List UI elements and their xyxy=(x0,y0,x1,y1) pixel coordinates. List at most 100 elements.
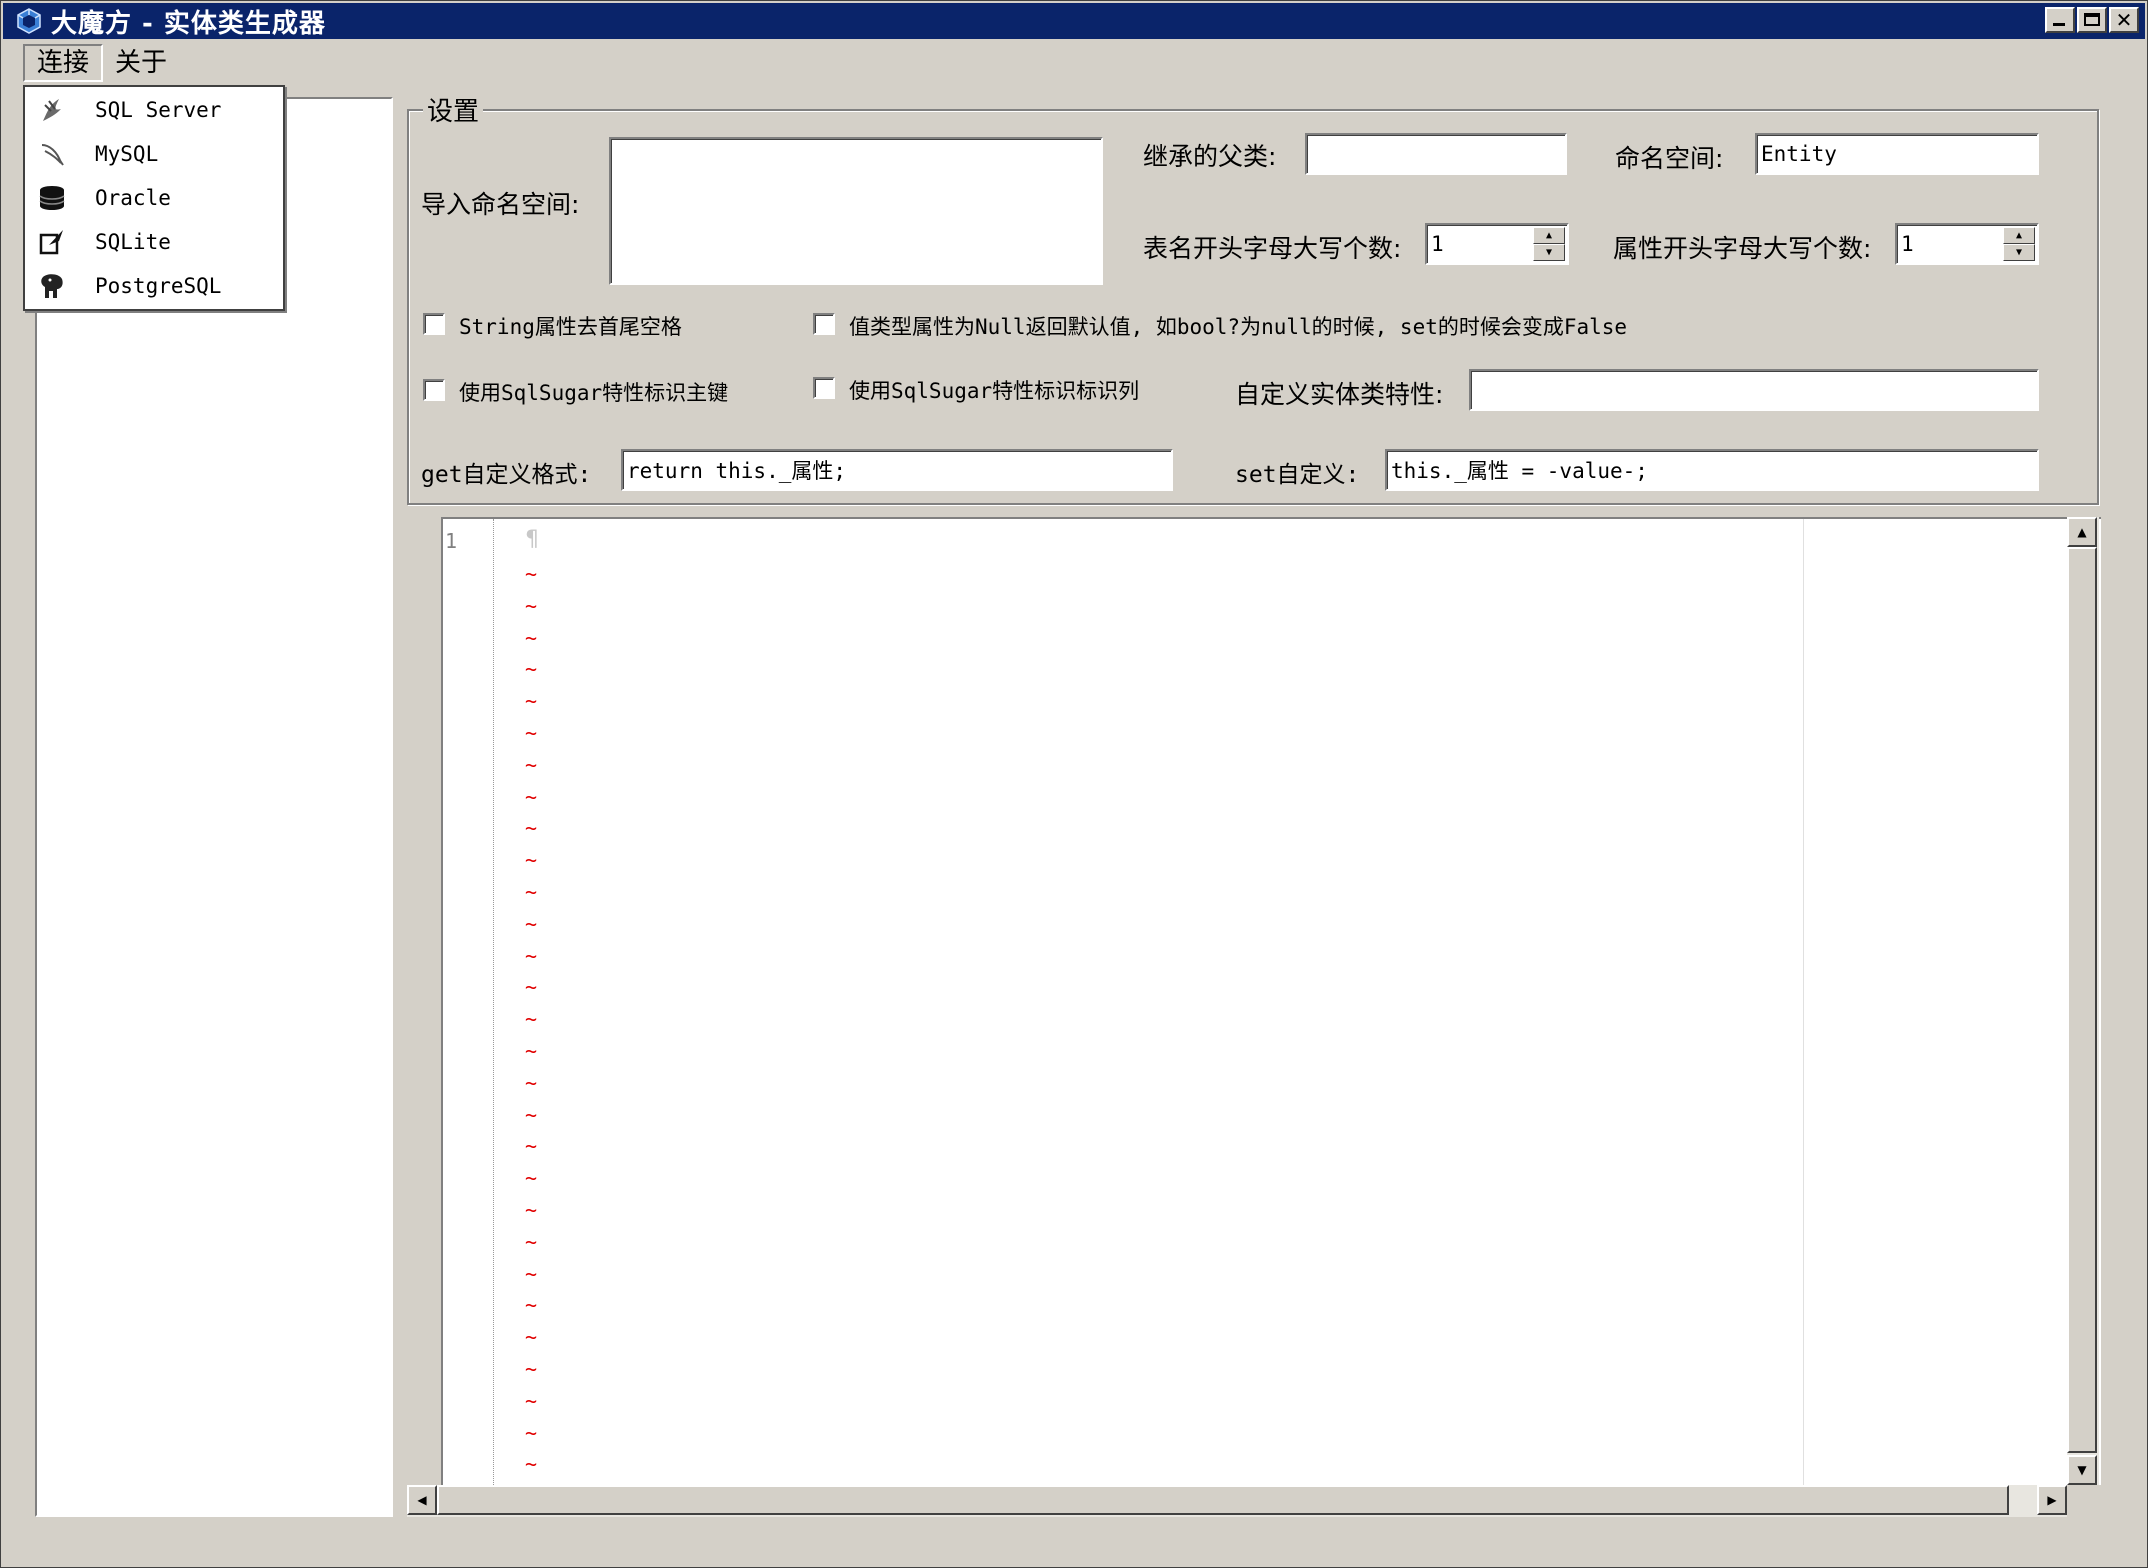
tilde-marker: ~ xyxy=(525,1007,538,1032)
tilde-marker: ~ xyxy=(525,1197,538,1222)
parent-class-label: 继承的父类: xyxy=(1143,142,1277,171)
tilde-marker: ~ xyxy=(525,720,538,745)
minimize-button[interactable] xyxy=(2045,7,2075,33)
menu-about[interactable]: 关于 xyxy=(103,44,179,82)
get-format-value: return this._属性; xyxy=(627,459,847,483)
null-default-checkbox[interactable] xyxy=(813,313,835,335)
database-cylinder-icon xyxy=(35,181,69,215)
horizontal-scrollbar[interactable]: ◀ ▶ xyxy=(407,1485,2067,1517)
sugar-identity-checkbox[interactable] xyxy=(813,377,835,399)
title-bar[interactable]: 大魔方 - 实体类生成器 ✕ xyxy=(3,3,2145,39)
spin-down-icon[interactable]: ▼ xyxy=(2003,244,2035,261)
namespace-label: 命名空间: xyxy=(1615,144,1724,173)
window-title: 大魔方 - 实体类生成器 xyxy=(51,8,326,39)
spin-down-icon[interactable]: ▼ xyxy=(1533,244,1565,261)
close-button[interactable]: ✕ xyxy=(2109,7,2139,33)
set-format-label: set自定义: xyxy=(1235,462,1360,488)
table-upper-label: 表名开头字母大写个数: xyxy=(1143,234,1402,263)
tilde-marker: ~ xyxy=(525,593,538,618)
empty-line-markers: ~ ~ ~ ~ ~ ~ ~ ~ ~ ~ ~ ~ ~ ~ ~ ~ ~ ~ ~ ~ ~ ~ ~ ~ ~ ~ ~ ~ ~ xyxy=(525,559,537,1481)
sqlite-feather-icon xyxy=(35,225,69,259)
parent-class-input[interactable] xyxy=(1305,133,1567,175)
menu-item-label: SQLite xyxy=(95,230,171,254)
menu-bar: 连接 关于 xyxy=(3,43,2145,83)
tilde-marker: ~ xyxy=(525,1261,538,1286)
menu-item-sqlite[interactable]: SQLite xyxy=(25,221,283,263)
vertical-scroll-thumb[interactable] xyxy=(2067,547,2097,1453)
code-editor[interactable]: 1 ¶ ~ ~ ~ ~ ~ ~ ~ ~ ~ ~ ~ ~ ~ ~ ~ ~ ~ ~ ~ ~ ~ ~ ~ ~ ~ ~ ~ ~ ~ xyxy=(441,517,2101,1485)
scroll-right-icon[interactable]: ▶ xyxy=(2037,1485,2067,1515)
menu-item-mysql[interactable]: MySQL xyxy=(25,133,283,175)
menu-item-oracle[interactable]: Oracle xyxy=(25,177,283,219)
set-format-value: this._属性 = -value-; xyxy=(1391,459,1648,483)
scroll-down-icon[interactable]: ▼ xyxy=(2067,1455,2097,1485)
tilde-marker: ~ xyxy=(525,1388,538,1413)
table-upper-value: 1 xyxy=(1431,232,1444,256)
set-format-input[interactable]: this._属性 = -value-; xyxy=(1385,449,2039,491)
tilde-marker: ~ xyxy=(525,1356,538,1381)
import-namespace-textarea[interactable] xyxy=(609,137,1103,285)
prop-upper-spinner[interactable]: 1 ▲ ▼ xyxy=(1895,223,2039,265)
maximize-icon xyxy=(2084,13,2100,26)
tilde-marker: ~ xyxy=(525,625,538,650)
tilde-marker: ~ xyxy=(525,816,538,841)
prop-upper-value: 1 xyxy=(1901,232,1914,256)
scroll-left-icon[interactable]: ◀ xyxy=(407,1485,437,1515)
tilde-marker: ~ xyxy=(525,657,538,682)
namespace-value: Entity xyxy=(1761,142,1837,166)
tilde-marker: ~ xyxy=(525,879,538,904)
settings-group: 设置 导入命名空间: 继承的父类: 命名空间: Entity 表名开头字母大写个… xyxy=(407,91,2099,505)
prop-upper-label: 属性开头字母大写个数: xyxy=(1613,234,1872,263)
maximize-button[interactable] xyxy=(2077,7,2107,33)
minimize-icon xyxy=(2053,23,2065,26)
sugar-primary-label: 使用SqlSugar特性标识主键 xyxy=(459,381,729,405)
spinner-buttons[interactable]: ▲ ▼ xyxy=(2003,227,2035,261)
menu-item-sqlserver[interactable]: SQL Server xyxy=(25,89,283,131)
tilde-marker: ~ xyxy=(525,1070,538,1095)
pilcrow-marker: ¶ xyxy=(525,527,539,552)
table-upper-spinner[interactable]: 1 ▲ ▼ xyxy=(1425,223,1569,265)
main-window: 大魔方 - 实体类生成器 ✕ 连接 关于 SQL Server MySQL Or… xyxy=(0,0,2148,1568)
tilde-marker: ~ xyxy=(525,975,538,1000)
vertical-scrollbar[interactable]: ▲ ▼ xyxy=(2067,517,2099,1485)
tilde-marker: ~ xyxy=(525,689,538,714)
scroll-up-icon[interactable]: ▲ xyxy=(2067,517,2097,547)
menu-connect[interactable]: 连接 xyxy=(23,44,104,82)
spinner-buttons[interactable]: ▲ ▼ xyxy=(1533,227,1565,261)
cube-app-icon xyxy=(17,8,41,34)
tilde-marker: ~ xyxy=(525,1325,538,1350)
tilde-marker: ~ xyxy=(525,562,538,586)
menu-item-label: Oracle xyxy=(95,186,171,210)
spin-up-icon[interactable]: ▲ xyxy=(1533,227,1565,244)
tilde-marker: ~ xyxy=(525,1229,538,1254)
tilde-marker: ~ xyxy=(525,1038,538,1063)
string-trim-label: String属性去首尾空格 xyxy=(459,315,682,339)
menu-item-label: SQL Server xyxy=(95,98,222,122)
custom-attr-label: 自定义实体类特性: xyxy=(1235,380,1444,409)
horizontal-scroll-thumb[interactable] xyxy=(437,1485,2009,1515)
menu-item-postgresql[interactable]: PostgreSQL xyxy=(25,265,283,307)
mysql-dolphin-icon xyxy=(35,137,69,171)
tilde-marker: ~ xyxy=(525,1166,538,1191)
connect-dropdown-menu: SQL Server MySQL Oracle SQLite PostgreSQ… xyxy=(23,85,285,311)
tilde-marker: ~ xyxy=(525,1102,538,1127)
tilde-marker: ~ xyxy=(525,1452,538,1477)
tilde-marker: ~ xyxy=(525,848,538,873)
string-trim-checkbox[interactable] xyxy=(423,313,445,335)
tilde-marker: ~ xyxy=(525,911,538,936)
tilde-marker: ~ xyxy=(525,784,538,809)
get-format-input[interactable]: return this._属性; xyxy=(621,449,1173,491)
edge-column-line xyxy=(1803,519,1804,1485)
tilde-marker: ~ xyxy=(525,1293,538,1318)
get-format-label: get自定义格式: xyxy=(421,462,592,488)
custom-attr-input[interactable] xyxy=(1469,369,2039,411)
close-icon: ✕ xyxy=(2115,8,2133,32)
namespace-input[interactable]: Entity xyxy=(1755,133,2039,175)
tilde-marker: ~ xyxy=(525,752,538,777)
spin-up-icon[interactable]: ▲ xyxy=(2003,227,2035,244)
sugar-identity-label: 使用SqlSugar特性标识标识列 xyxy=(849,379,1140,403)
sqlserver-icon xyxy=(35,93,69,127)
null-default-label: 值类型属性为Null返回默认值, 如bool?为null的时候, set的时候会… xyxy=(849,315,1628,339)
sugar-primary-checkbox[interactable] xyxy=(423,379,445,401)
tilde-marker: ~ xyxy=(525,943,538,968)
